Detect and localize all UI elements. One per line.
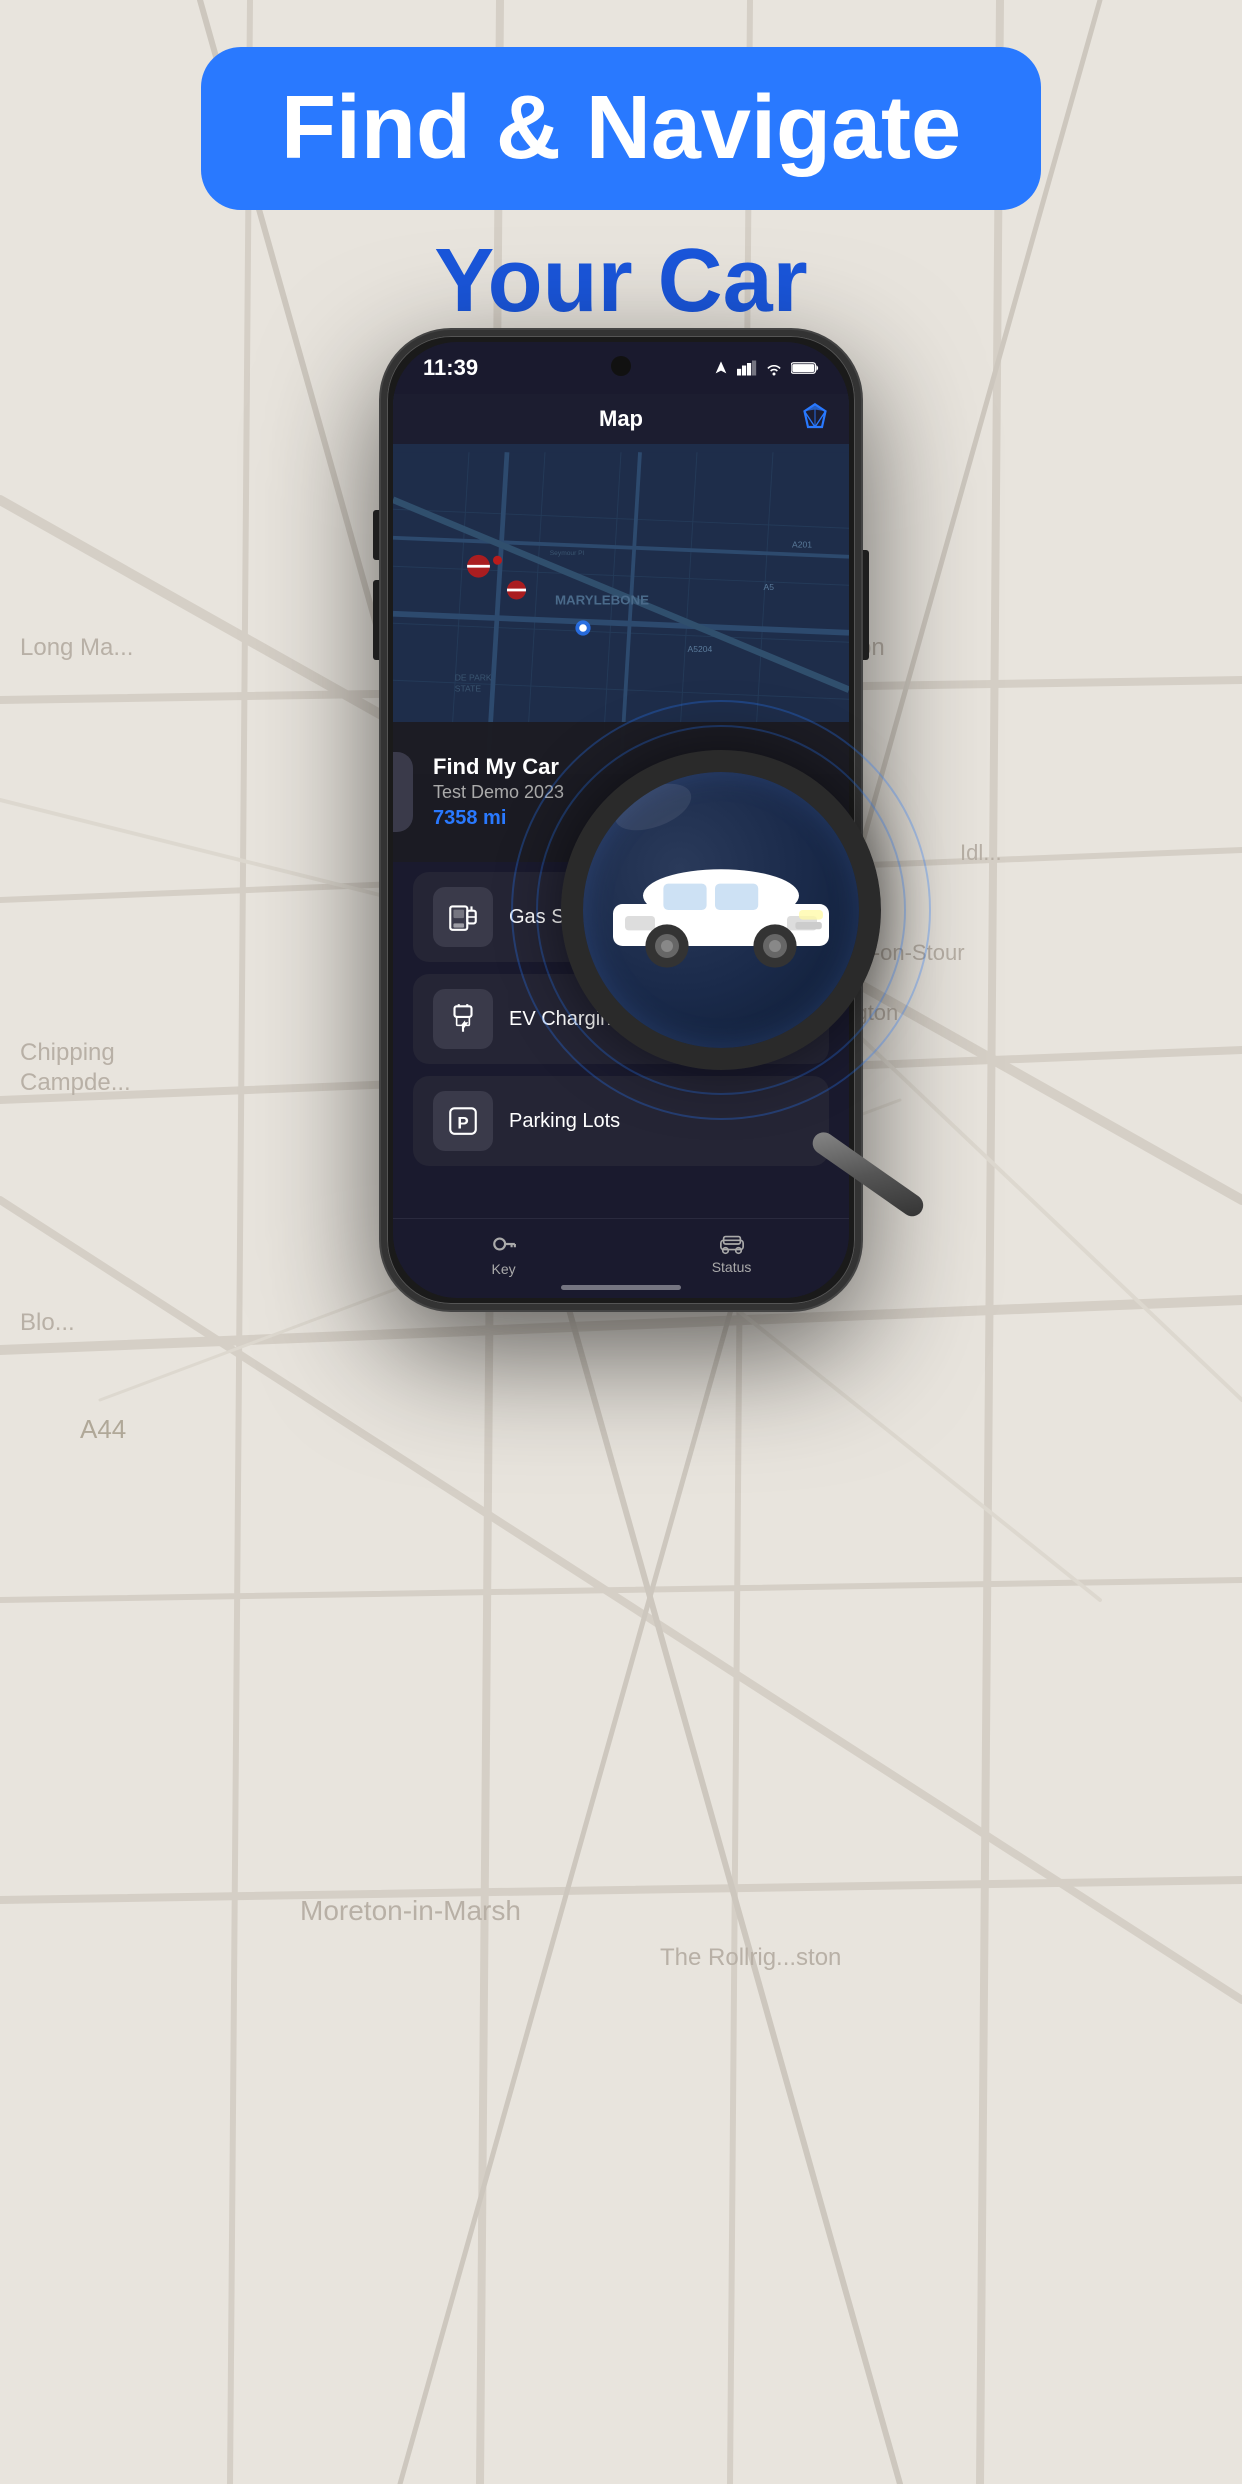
- camera-notch: [611, 356, 631, 376]
- gas-pump-icon: [446, 900, 480, 934]
- volume-up-button: [373, 580, 379, 660]
- tab-key[interactable]: Key: [491, 1231, 517, 1277]
- svg-text:Moreton-in-Marsh: Moreton-in-Marsh: [300, 1895, 521, 1926]
- svg-text:STATE: STATE: [455, 684, 482, 694]
- key-tab-icon: [491, 1231, 517, 1257]
- title-badge: Find & Navigate: [201, 47, 1041, 210]
- key-tab-label: Key: [492, 1261, 516, 1277]
- status-time: 11:39: [423, 355, 478, 381]
- headline-line1: Find & Navigate: [281, 77, 961, 180]
- svg-text:⬤: ⬤: [493, 554, 503, 565]
- status-tab-label: Status: [712, 1259, 752, 1275]
- svg-text:A201: A201: [792, 539, 812, 549]
- ev-icon-box: [433, 989, 493, 1049]
- ev-charger-icon: [446, 1002, 480, 1036]
- phone-mockup: 11:39: [381, 330, 861, 1310]
- parking-icon-box: P: [433, 1091, 493, 1151]
- home-indicator: [561, 1285, 681, 1290]
- svg-text:The Rollrig...ston: The Rollrig...ston: [660, 1944, 841, 1971]
- car-icon-container: [393, 752, 413, 832]
- location-icon: [713, 360, 729, 376]
- svg-text:A5204: A5204: [688, 644, 713, 654]
- magnifier-glass: [561, 750, 881, 1070]
- svg-text:A5: A5: [764, 582, 775, 592]
- svg-text:P: P: [457, 1113, 468, 1132]
- status-icons: [713, 360, 819, 376]
- volume-down-button: [373, 510, 379, 560]
- svg-text:Chipping: Chipping: [20, 1039, 115, 1066]
- car-detail-svg: [601, 850, 841, 970]
- status-car-icon: [719, 1233, 745, 1255]
- magnifier-overlay: [561, 750, 981, 1170]
- wifi-icon: [765, 360, 783, 376]
- parking-icon: P: [446, 1104, 480, 1138]
- car-icon: [393, 774, 397, 810]
- svg-text:Blo...: Blo...: [20, 1309, 75, 1336]
- tab-status[interactable]: Status: [712, 1233, 752, 1275]
- header-section: Find & Navigate Your Car: [0, 0, 1242, 380]
- gem-svg: [801, 403, 829, 431]
- svg-text:Campde...: Campde...: [20, 1069, 131, 1096]
- headline-line2: Your Car: [434, 230, 807, 333]
- svg-text:A44: A44: [80, 1414, 126, 1444]
- battery-icon: [791, 361, 819, 375]
- gas-icon-box: [433, 887, 493, 947]
- signal-icon: [737, 360, 757, 376]
- svg-text:MARYLEBONE: MARYLEBONE: [555, 592, 649, 607]
- svg-text:Seymour Pl: Seymour Pl: [550, 550, 585, 557]
- premium-gem-icon[interactable]: [801, 403, 829, 436]
- map-title-bar: Map: [393, 394, 849, 444]
- power-button: [863, 550, 869, 660]
- svg-text:Long Ma...: Long Ma...: [20, 634, 133, 661]
- map-title: Map: [599, 406, 643, 432]
- svg-text:DE PARK: DE PARK: [455, 672, 492, 682]
